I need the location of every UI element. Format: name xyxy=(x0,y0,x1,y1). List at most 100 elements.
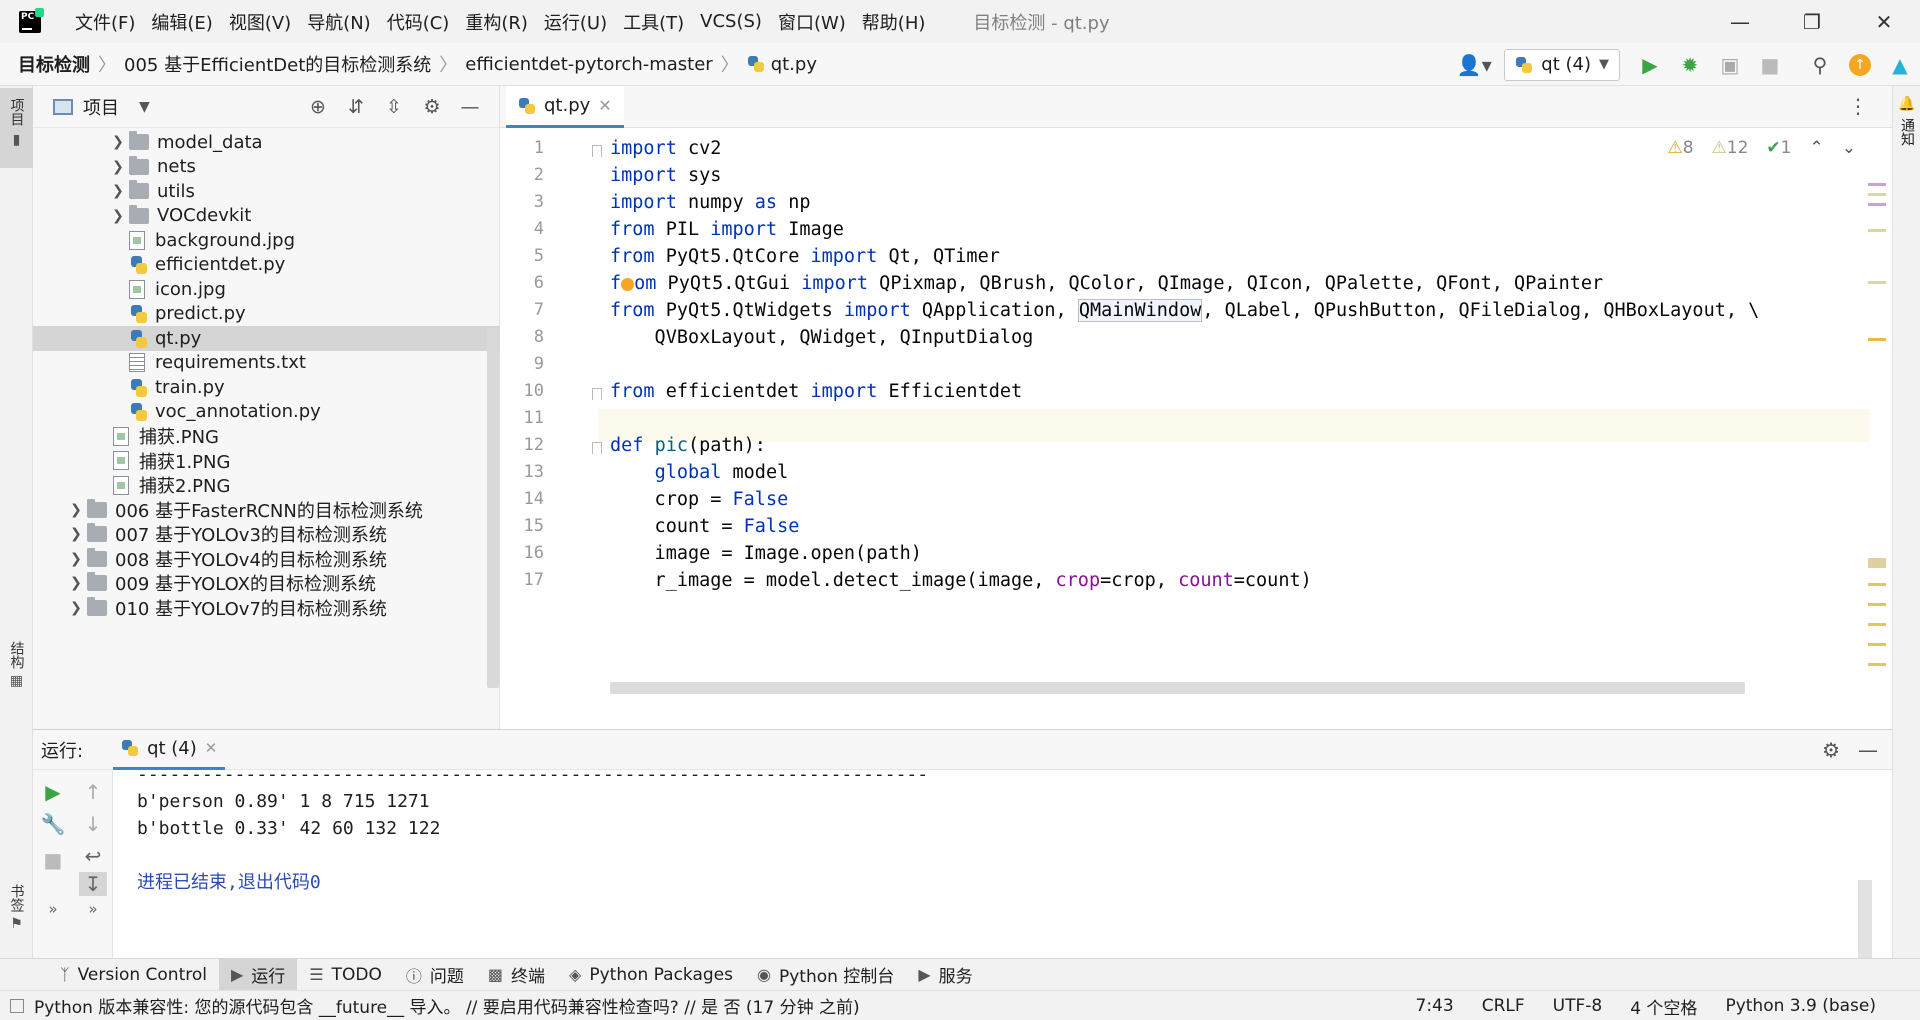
tree-item[interactable]: ❯ 010 基于YOLOv7的目标检测系统 xyxy=(33,596,500,621)
close-icon[interactable]: ✕ xyxy=(598,96,611,115)
error-stripe-mark[interactable] xyxy=(1868,229,1886,232)
rerun-icon[interactable]: ▶ xyxy=(33,780,73,804)
user-account-icon[interactable]: 👤▾ xyxy=(1454,43,1494,86)
menu-file[interactable]: 文件(F) xyxy=(67,9,143,35)
error-stripe-mark[interactable] xyxy=(1868,583,1886,586)
coverage-icon[interactable]: ▣ xyxy=(1710,43,1750,86)
jetbrains-ai-icon[interactable]: ▲ xyxy=(1880,43,1920,86)
python-interpreter[interactable]: Python 3.9 (base) xyxy=(1725,996,1876,1016)
weak-warning-count[interactable]: ⚠12 xyxy=(1712,138,1749,158)
project-tree-scrollbar[interactable] xyxy=(487,328,499,688)
menu-tools[interactable]: 工具(T) xyxy=(615,9,692,35)
hide-panel-icon[interactable]: — xyxy=(1858,738,1878,762)
tree-item[interactable]: icon.jpg xyxy=(33,277,500,302)
chevron-right-icon[interactable]: ❯ xyxy=(65,575,87,591)
error-stripe-mark[interactable] xyxy=(1868,193,1886,196)
tree-item[interactable]: train.py xyxy=(33,375,500,400)
run-console-output[interactable]: ----------------------------------------… xyxy=(137,764,1837,959)
collapse-all-icon[interactable]: ⇳ xyxy=(375,96,413,118)
fold-toggle-icon[interactable] xyxy=(592,442,602,454)
arrow-up-icon[interactable]: ↑ xyxy=(73,780,113,804)
error-stripe-mark[interactable] xyxy=(1868,663,1886,666)
tree-item[interactable]: 捕获.PNG xyxy=(33,424,500,449)
fold-toggle-icon[interactable] xyxy=(592,388,602,400)
tree-item[interactable]: ❯ 007 基于YOLOv3的目标检测系统 xyxy=(33,522,500,547)
toolwindow-todo[interactable]: ☰ TODO xyxy=(297,959,394,991)
menu-refactor[interactable]: 重构(R) xyxy=(457,9,536,35)
chevron-down-icon[interactable]: ▼ xyxy=(139,99,150,115)
error-stripe-mark[interactable] xyxy=(1868,643,1886,646)
tree-item[interactable]: 捕获2.PNG xyxy=(33,473,500,498)
tool-tab-bookmarks[interactable]: 书签 ⚑ xyxy=(0,884,33,932)
more-actions-icon[interactable]: » xyxy=(73,900,113,918)
search-icon[interactable]: ⚲ xyxy=(1800,43,1840,86)
tree-item[interactable]: ❯ nets xyxy=(33,155,500,180)
editor-tab-qt-py[interactable]: qt.py ✕ xyxy=(506,86,624,128)
breadcrumb-file[interactable]: qt.py xyxy=(771,54,817,75)
fold-toggle-icon[interactable] xyxy=(592,145,602,157)
code-area[interactable]: import cv2 import sys import numpy as np fr… xyxy=(610,128,1870,688)
more-options-icon[interactable]: ⋮ xyxy=(1848,94,1868,118)
locate-file-icon[interactable]: ⊕ xyxy=(299,96,337,118)
inspection-widget[interactable]: ⚠8 ⚠12 ✔1 ⌃ ⌄ xyxy=(1667,138,1856,158)
toolwindow-terminal[interactable]: ▩ 终端 xyxy=(476,959,557,991)
chevron-right-icon[interactable]: ❯ xyxy=(65,600,87,616)
close-icon[interactable]: ✕ xyxy=(205,739,218,757)
tree-item[interactable]: background.jpg xyxy=(33,228,500,253)
error-stripe-mark[interactable] xyxy=(1868,558,1886,568)
file-encoding[interactable]: UTF-8 xyxy=(1553,996,1603,1016)
indent-setting[interactable]: 4 个空格 xyxy=(1630,994,1697,1019)
chevron-right-icon[interactable]: ❯ xyxy=(65,551,87,567)
tree-item[interactable]: predict.py xyxy=(33,302,500,327)
hide-panel-icon[interactable]: — xyxy=(451,96,489,118)
chevron-right-icon[interactable]: ❯ xyxy=(107,183,129,199)
run-configuration-selector[interactable]: qt (4) ▼ xyxy=(1504,48,1620,81)
run-icon[interactable]: ▶ xyxy=(1630,43,1670,86)
close-window-button[interactable]: ✕ xyxy=(1848,0,1920,43)
error-stripe-mark[interactable] xyxy=(1868,623,1886,626)
menu-edit[interactable]: 编辑(E) xyxy=(143,9,220,35)
soft-wrap-icon[interactable]: ↩ xyxy=(73,844,113,868)
tree-item[interactable]: requirements.txt xyxy=(33,351,500,376)
tree-item[interactable]: ❯ 006 基于FasterRCNN的目标检测系统 xyxy=(33,498,500,523)
tree-item[interactable]: ❯ 008 基于YOLOv4的目标检测系统 xyxy=(33,547,500,572)
menu-view[interactable]: 视图(V) xyxy=(221,9,299,35)
toolwindow-services[interactable]: ▶ 服务 xyxy=(906,959,984,991)
error-stripe-mark[interactable] xyxy=(1868,183,1886,186)
error-stripe-mark[interactable] xyxy=(1868,603,1886,606)
previous-problem-icon[interactable]: ⌃ xyxy=(1810,138,1824,158)
tree-item[interactable]: ❯ model_data xyxy=(33,130,500,155)
restore-button[interactable]: ❐ xyxy=(1776,0,1848,43)
tool-tab-structure[interactable]: 结构 ▦ xyxy=(0,641,33,689)
chevron-right-icon[interactable]: ❯ xyxy=(107,134,129,150)
console-scrollbar[interactable] xyxy=(1858,880,1872,960)
error-stripe-mark[interactable] xyxy=(1868,338,1886,341)
more-actions-icon[interactable]: » xyxy=(33,900,73,918)
arrow-down-icon[interactable]: ↓ xyxy=(73,812,113,836)
toolwindow-run[interactable]: ▶ 运行 xyxy=(218,958,298,991)
stop-icon[interactable]: ■ xyxy=(1750,43,1790,86)
expand-all-icon[interactable]: ⇵ xyxy=(337,96,375,118)
tree-item[interactable]: 捕获1.PNG xyxy=(33,449,500,474)
update-icon[interactable]: ↑ xyxy=(1840,43,1880,86)
error-stripe-mark[interactable] xyxy=(1868,203,1886,206)
line-separator[interactable]: CRLF xyxy=(1482,996,1525,1016)
chevron-right-icon[interactable]: ❯ xyxy=(107,208,129,224)
gear-icon[interactable]: ⚙ xyxy=(1822,738,1840,762)
stop-icon[interactable]: ■ xyxy=(33,848,73,872)
tree-item[interactable]: ❯ VOCdevkit xyxy=(33,204,500,229)
menu-navigate[interactable]: 导航(N) xyxy=(299,9,379,35)
caret-position[interactable]: 7:43 xyxy=(1416,996,1454,1016)
menu-help[interactable]: 帮助(H) xyxy=(854,9,934,35)
breadcrumb-project[interactable]: 目标检测 xyxy=(18,51,90,77)
breadcrumb-folder[interactable]: 005 基于EfficientDet的目标检测系统 xyxy=(124,51,431,77)
menu-window[interactable]: 窗口(W) xyxy=(770,9,854,35)
tool-tab-project[interactable]: 项目 ▮ xyxy=(0,88,33,168)
minimize-button[interactable]: — xyxy=(1704,0,1776,43)
chevron-right-icon[interactable]: ❯ xyxy=(65,526,87,542)
project-panel-title[interactable]: 项目 xyxy=(83,94,119,120)
tree-item[interactable]: efficientdet.py xyxy=(33,253,500,278)
error-stripe-mark[interactable] xyxy=(1868,281,1886,284)
intention-bulb-icon[interactable] xyxy=(621,277,635,291)
tree-item[interactable]: qt.py xyxy=(33,326,500,351)
